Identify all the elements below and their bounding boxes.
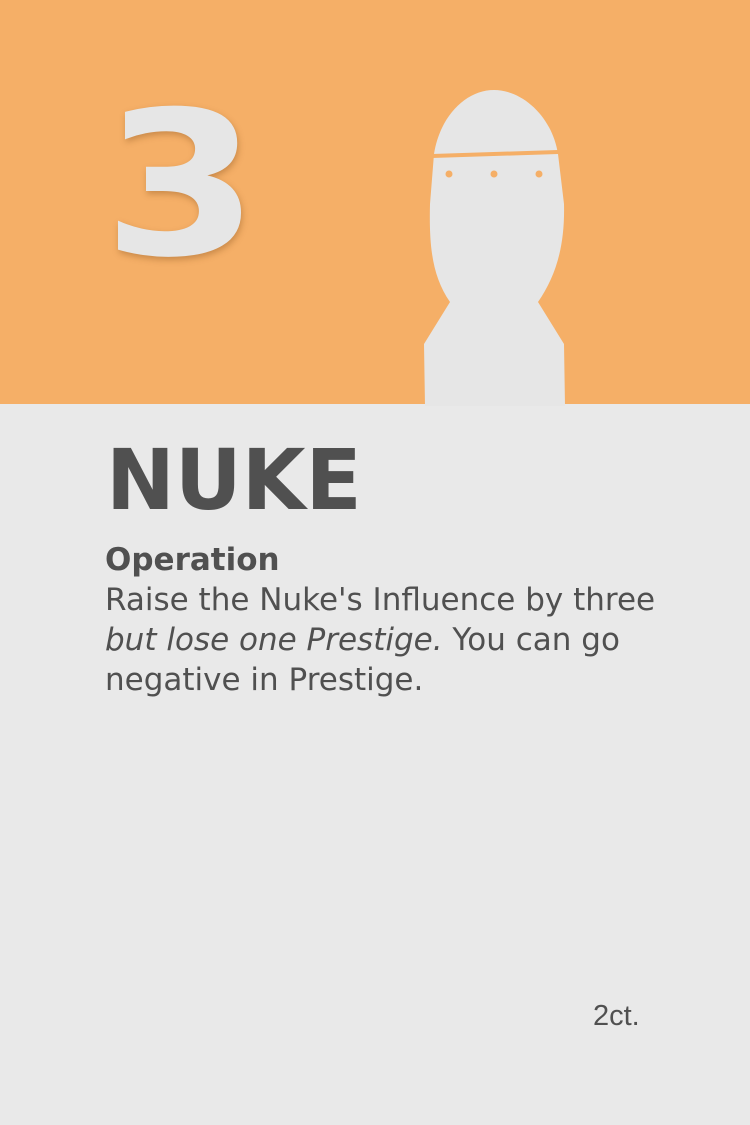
- card: 3 NUKE Operation Raise the Nuke's Influe…: [0, 0, 750, 1125]
- card-title: NUKE: [106, 431, 362, 529]
- card-count: 2ct.: [593, 1000, 640, 1032]
- rules-text-part: Raise the Nuke's Influence by three: [105, 582, 656, 618]
- nuke-bomb-icon: [424, 90, 565, 406]
- rules-text-italic: but lose one Prestige.: [105, 622, 443, 658]
- card-rules-text: Raise the Nuke's Influence by three but …: [105, 580, 665, 700]
- card-banner: 3: [0, 0, 750, 406]
- card-type-label: Operation: [105, 542, 280, 578]
- cost-value: 3: [103, 69, 259, 302]
